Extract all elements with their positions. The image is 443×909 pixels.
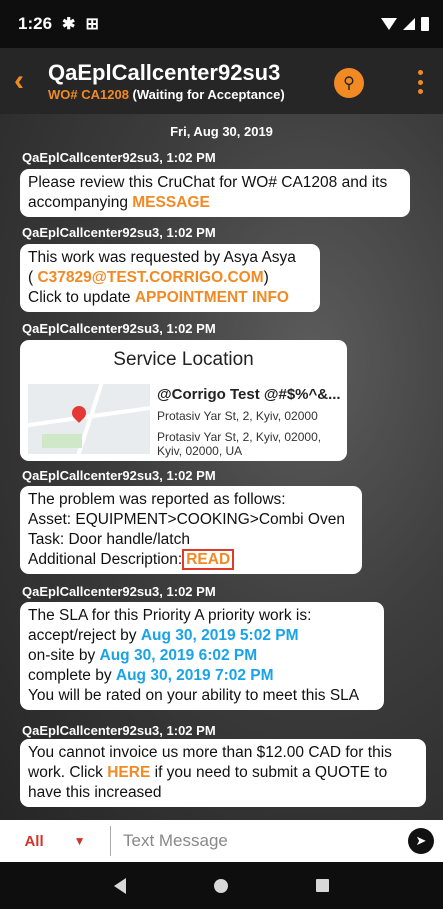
gear-icon: ✱ bbox=[62, 16, 76, 33]
service-location-title: Service Location bbox=[113, 349, 254, 370]
asset-line: Asset: EQUIPMENT>COOKING>Combi Oven bbox=[28, 511, 345, 528]
description-line: Additional Description: READ bbox=[28, 549, 354, 570]
chat-thread[interactable]: Fri, Aug 30, 2019 QaEplCallcenter92su3, … bbox=[0, 114, 443, 820]
location-address: Protasiv Yar St, 2, Kyiv, 02000 bbox=[157, 409, 318, 423]
sla-onsite-line: on-site by Aug 30, 2019 6:02 PM bbox=[28, 647, 258, 664]
nav-home-icon[interactable] bbox=[214, 878, 228, 893]
title-block: QaEplCallcenter92su3 WO# CA1208 (Waiting… bbox=[48, 60, 285, 102]
wifi-icon bbox=[381, 18, 397, 30]
message-sender: QaEplCallcenter92su3, 1:02 PM bbox=[22, 584, 216, 599]
message-sender: QaEplCallcenter92su3, 1:02 PM bbox=[22, 723, 216, 738]
divider bbox=[110, 826, 111, 856]
message-bubble: You cannot invoice us more than $12.00 C… bbox=[20, 739, 426, 807]
message-bubble: The SLA for this Priority A priority wor… bbox=[20, 602, 384, 710]
location-map[interactable] bbox=[28, 384, 150, 454]
read-description-link[interactable]: READ bbox=[182, 549, 235, 570]
message-text: This work was requested by Asya Asya bbox=[28, 249, 296, 266]
back-icon[interactable]: ‹ bbox=[14, 66, 36, 96]
status-bar: 1:26 ✱ ⊞ bbox=[0, 0, 443, 48]
message-bubble: The problem was reported as follows: Ass… bbox=[20, 486, 362, 574]
system-nav-bar bbox=[0, 862, 443, 909]
message-text: The SLA for this Priority A priority wor… bbox=[28, 607, 312, 624]
message-sender: QaEplCallcenter92su3, 1:02 PM bbox=[22, 321, 216, 336]
sla-accept-date[interactable]: Aug 30, 2019 5:02 PM bbox=[141, 627, 299, 644]
attachment-icon[interactable]: ⚲ bbox=[334, 68, 364, 98]
message-composer: All ▼ Text Message ➤ bbox=[0, 820, 443, 862]
message-email-line: ( C37829@TEST.CORRIGO.COM) bbox=[28, 269, 269, 286]
message-bubble: This work was requested by Asya Asya ( C… bbox=[20, 244, 320, 312]
location-name: @Corrigo Test @#$%^&... bbox=[157, 386, 341, 403]
recipient-filter-label: All bbox=[24, 832, 44, 850]
sla-complete-line: complete by Aug 30, 2019 7:02 PM bbox=[28, 667, 274, 684]
message-bubble: Please review this CruChat for WO# CA120… bbox=[20, 169, 410, 217]
message-input[interactable]: Text Message bbox=[123, 831, 228, 851]
app-icon: ⊞ bbox=[85, 16, 99, 33]
task-line: Task: Door handle/latch bbox=[28, 531, 190, 548]
page-title: QaEplCallcenter92su3 bbox=[48, 60, 281, 85]
more-options-icon[interactable] bbox=[412, 66, 428, 98]
message-text: You will be rated on your ability to mee… bbox=[28, 687, 360, 704]
here-link[interactable]: HERE bbox=[107, 764, 150, 781]
sla-complete-date[interactable]: Aug 30, 2019 7:02 PM bbox=[116, 667, 274, 684]
status-icons bbox=[381, 17, 429, 31]
message-sender: QaEplCallcenter92su3, 1:02 PM bbox=[22, 468, 216, 483]
dropdown-arrow-icon: ▼ bbox=[73, 834, 86, 848]
appointment-info-link[interactable]: APPOINTMENT INFO bbox=[135, 289, 289, 306]
work-order-number: WO# CA1208 bbox=[48, 87, 129, 102]
nav-recents-icon[interactable] bbox=[316, 879, 329, 892]
service-location-card[interactable]: Service Location @Corrigo Test @#$%^&...… bbox=[20, 340, 347, 461]
send-icon[interactable]: ➤ bbox=[408, 828, 434, 854]
requester-email-link[interactable]: C37829@TEST.CORRIGO.COM bbox=[37, 269, 263, 286]
message-text: Click to update APPOINTMENT INFO bbox=[28, 289, 289, 306]
location-full-address: Protasiv Yar St, 2, Kyiv, 02000, Kyiv, 0… bbox=[157, 430, 322, 458]
message-text: The problem was reported as follows: bbox=[28, 491, 286, 508]
battery-icon bbox=[421, 17, 429, 31]
message-link[interactable]: MESSAGE bbox=[132, 194, 210, 211]
message-sender: QaEplCallcenter92su3, 1:02 PM bbox=[22, 150, 216, 165]
sla-accept-line: accept/reject by Aug 30, 2019 5:02 PM bbox=[28, 627, 299, 644]
nav-back-icon[interactable] bbox=[114, 877, 126, 894]
sla-onsite-date[interactable]: Aug 30, 2019 6:02 PM bbox=[100, 647, 258, 664]
clock: 1:26 bbox=[18, 14, 53, 33]
recipient-filter-dropdown[interactable]: All ▼ bbox=[0, 833, 110, 850]
signal-icon bbox=[403, 18, 415, 30]
work-order-state: (Waiting for Acceptance) bbox=[132, 87, 285, 102]
message-sender: QaEplCallcenter92su3, 1:02 PM bbox=[22, 225, 216, 240]
app-bar: ‹ QaEplCallcenter92su3 WO# CA1208 (Waiti… bbox=[0, 48, 443, 114]
date-separator: Fri, Aug 30, 2019 bbox=[170, 124, 273, 139]
work-order-status: WO# CA1208 (Waiting for Acceptance) bbox=[48, 87, 285, 102]
